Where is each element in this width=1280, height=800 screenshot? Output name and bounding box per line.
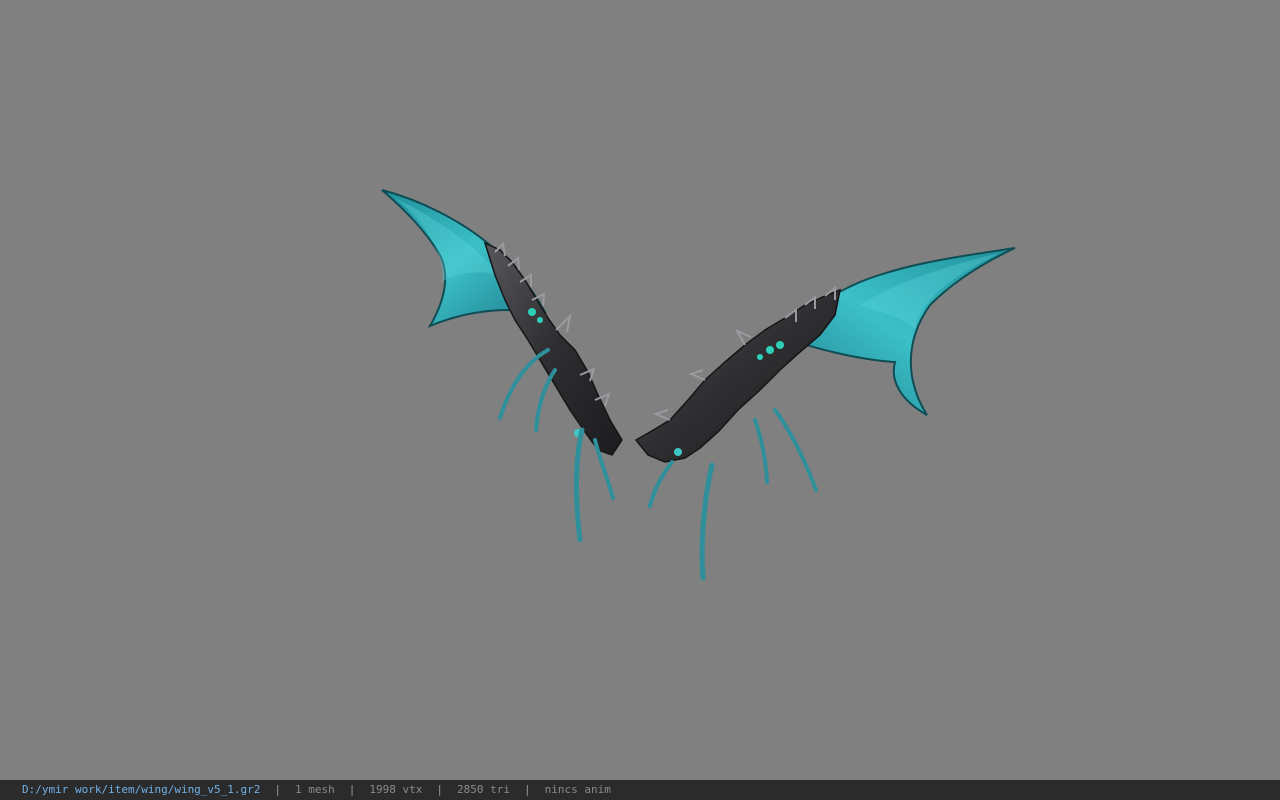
right-wing — [634, 247, 1016, 581]
status-separator: | — [348, 783, 356, 796]
left-wing-spine — [483, 241, 623, 456]
wing-model-icon — [381, 189, 1016, 581]
mesh-count: 1 mesh — [295, 783, 335, 796]
left-wing-tendril — [573, 427, 585, 543]
right-wing-spine — [634, 288, 842, 463]
vertex-count: 1998 vtx — [369, 783, 423, 796]
status-bar: D:/ymir work/item/wing/wing_v5_1.gr2 | 1 m… — [0, 780, 1280, 800]
file-path: D:/ymir work/item/wing/wing_v5_1.gr2 — [22, 783, 261, 796]
right-wing-tendril — [753, 418, 769, 484]
left-wing — [381, 189, 623, 543]
right-wing-tendril — [648, 460, 674, 508]
status-separator: | — [436, 783, 444, 796]
anim-status: nincs anim — [544, 783, 611, 796]
status-separator: | — [524, 783, 531, 796]
triangle-count: 2850 tri — [457, 783, 511, 796]
model-viewport[interactable] — [0, 0, 1280, 780]
status-separator: | — [274, 783, 282, 796]
right-wing-tendril — [773, 408, 818, 492]
right-wing-tendril — [699, 462, 715, 581]
